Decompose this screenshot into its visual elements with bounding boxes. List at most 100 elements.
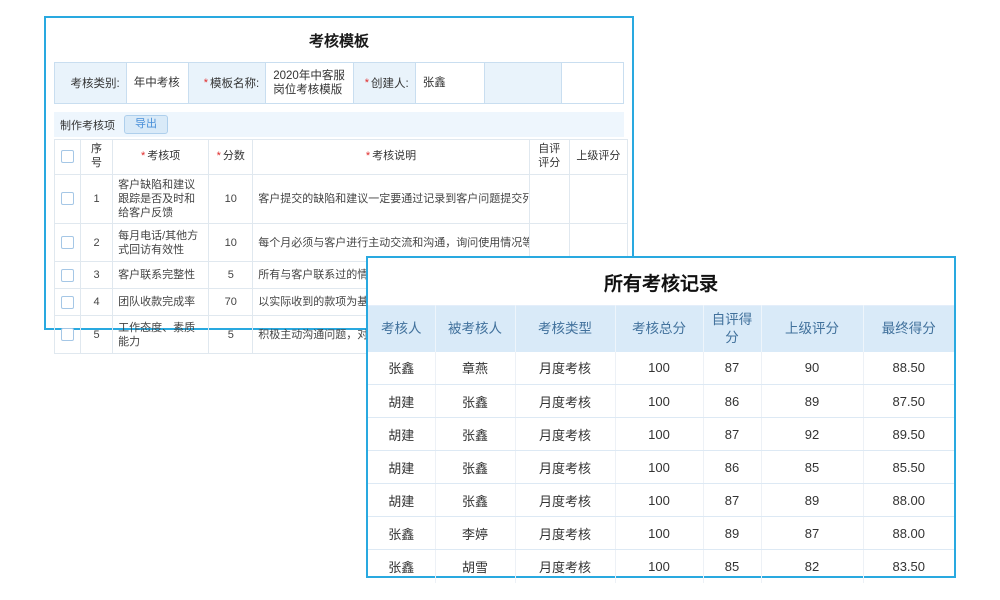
superior-score-cell: 85 — [761, 451, 863, 484]
assessee-cell: 张鑫 — [435, 418, 515, 451]
col-description: *考核说明 — [253, 140, 529, 175]
score-cell: 5 — [209, 262, 253, 289]
export-button[interactable]: 导出 — [124, 115, 168, 134]
self-score-cell: 86 — [703, 451, 761, 484]
template-form: 考核类别: 年中考核 * 模板名称: 2020年中客服岗位考核模版 * 创建人:… — [54, 62, 624, 104]
col-item: *考核项 — [113, 140, 209, 175]
creator-label: * 创建人: — [354, 63, 416, 103]
self-score-cell: 89 — [703, 517, 761, 550]
description-cell: 客户提交的缺陷和建议一定要通过记录到客户问题提交列表 — [253, 174, 529, 224]
self-score-cell: 87 — [703, 352, 761, 385]
required-asterisk: * — [365, 77, 369, 89]
item-row: 1 客户缺陷和建议跟踪是否及时和给客户反馈 10 客户提交的缺陷和建议一定要通过… — [55, 174, 628, 224]
total-score-cell: 100 — [615, 352, 703, 385]
assessee-cell: 张鑫 — [435, 385, 515, 418]
col-total-score: 考核总分 — [615, 306, 703, 352]
col-assessee: 被考核人 — [435, 306, 515, 352]
assessor-cell: 张鑫 — [368, 352, 435, 385]
final-score-cell: 88.50 — [863, 352, 954, 385]
template-panel-title: 考核模板 — [46, 18, 632, 62]
assessee-cell: 张鑫 — [435, 451, 515, 484]
superior-score-cell: 89 — [761, 385, 863, 418]
col-type: 考核类型 — [515, 306, 615, 352]
score-cell: 10 — [209, 224, 253, 262]
self-score-cell: 86 — [703, 385, 761, 418]
type-cell: 月度考核 — [515, 352, 615, 385]
col-self-score: 自评 评分 — [529, 140, 569, 175]
required-asterisk: * — [204, 77, 208, 89]
checkbox-cell — [55, 316, 81, 354]
item-cell: 工作态度、素质能力 — [113, 316, 209, 354]
type-cell: 月度考核 — [515, 484, 615, 517]
assessee-cell: 章燕 — [435, 352, 515, 385]
superior-score-cell: 92 — [761, 418, 863, 451]
record-row: 张鑫 章燕 月度考核 100 87 90 88.50 — [368, 352, 954, 385]
assessor-cell: 胡建 — [368, 484, 435, 517]
required-asterisk: * — [141, 150, 145, 162]
assessor-cell: 胡建 — [368, 451, 435, 484]
empty-value-cell — [562, 63, 623, 103]
required-asterisk: * — [217, 150, 221, 162]
template-name-value: 2020年中客服岗位考核模版 — [266, 63, 354, 103]
final-score-cell: 85.50 — [863, 451, 954, 484]
item-cell: 客户缺陷和建议跟踪是否及时和给客户反馈 — [113, 174, 209, 224]
col-final-score: 最终得分 — [863, 306, 954, 352]
row-checkbox[interactable] — [61, 236, 74, 249]
record-row: 胡建 张鑫 月度考核 100 86 89 87.50 — [368, 385, 954, 418]
seq-cell: 5 — [81, 316, 113, 354]
item-cell: 客户联系完整性 — [113, 262, 209, 289]
type-cell: 月度考核 — [515, 385, 615, 418]
row-checkbox[interactable] — [61, 192, 74, 205]
col-assessor: 考核人 — [368, 306, 435, 352]
checkbox-cell — [55, 224, 81, 262]
assessor-cell: 胡建 — [368, 418, 435, 451]
superior-score-cell: 90 — [761, 352, 863, 385]
assessor-cell: 张鑫 — [368, 550, 435, 583]
select-all-checkbox[interactable] — [61, 150, 74, 163]
assessee-cell: 胡雪 — [435, 550, 515, 583]
col-self-score: 自评得分 — [703, 306, 761, 352]
self-score-cell: 87 — [703, 418, 761, 451]
self-score-cell: 85 — [703, 550, 761, 583]
total-score-cell: 100 — [615, 418, 703, 451]
score-cell: 70 — [209, 289, 253, 316]
final-score-cell: 87.50 — [863, 385, 954, 418]
superior-score-cell: 87 — [761, 517, 863, 550]
checkbox-cell — [55, 174, 81, 224]
assessor-cell: 胡建 — [368, 385, 435, 418]
self-score-cell — [529, 174, 569, 224]
row-checkbox[interactable] — [61, 269, 74, 282]
superior-score-cell: 82 — [761, 550, 863, 583]
total-score-cell: 100 — [615, 517, 703, 550]
superior-score-cell — [569, 174, 627, 224]
required-asterisk: * — [366, 150, 370, 162]
total-score-cell: 100 — [615, 451, 703, 484]
items-header-row: 序号 *考核项 *分数 *考核说明 自评 评分 上级评分 — [55, 140, 628, 175]
type-cell: 月度考核 — [515, 451, 615, 484]
row-checkbox[interactable] — [61, 328, 74, 341]
final-score-cell: 89.50 — [863, 418, 954, 451]
category-value: 年中考核 — [127, 63, 189, 103]
col-superior-score: 上级评分 — [761, 306, 863, 352]
select-all-cell — [55, 140, 81, 175]
type-cell: 月度考核 — [515, 517, 615, 550]
checkbox-cell — [55, 262, 81, 289]
creator-value: 张鑫 — [416, 63, 486, 103]
final-score-cell: 88.00 — [863, 517, 954, 550]
category-label: 考核类别: — [55, 63, 127, 103]
item-cell: 每月电话/其他方式回访有效性 — [113, 224, 209, 262]
create-item-label: 制作考核项 — [60, 117, 115, 133]
empty-label-cell — [485, 63, 562, 103]
row-checkbox[interactable] — [61, 296, 74, 309]
seq-cell: 1 — [81, 174, 113, 224]
final-score-cell: 83.50 — [863, 550, 954, 583]
record-row: 胡建 张鑫 月度考核 100 87 89 88.00 — [368, 484, 954, 517]
seq-cell: 4 — [81, 289, 113, 316]
total-score-cell: 100 — [615, 550, 703, 583]
col-seq: 序号 — [81, 140, 113, 175]
superior-score-cell: 89 — [761, 484, 863, 517]
records-panel-title: 所有考核记录 — [368, 258, 954, 305]
assessee-cell: 张鑫 — [435, 484, 515, 517]
type-cell: 月度考核 — [515, 418, 615, 451]
record-row: 张鑫 李婷 月度考核 100 89 87 88.00 — [368, 517, 954, 550]
